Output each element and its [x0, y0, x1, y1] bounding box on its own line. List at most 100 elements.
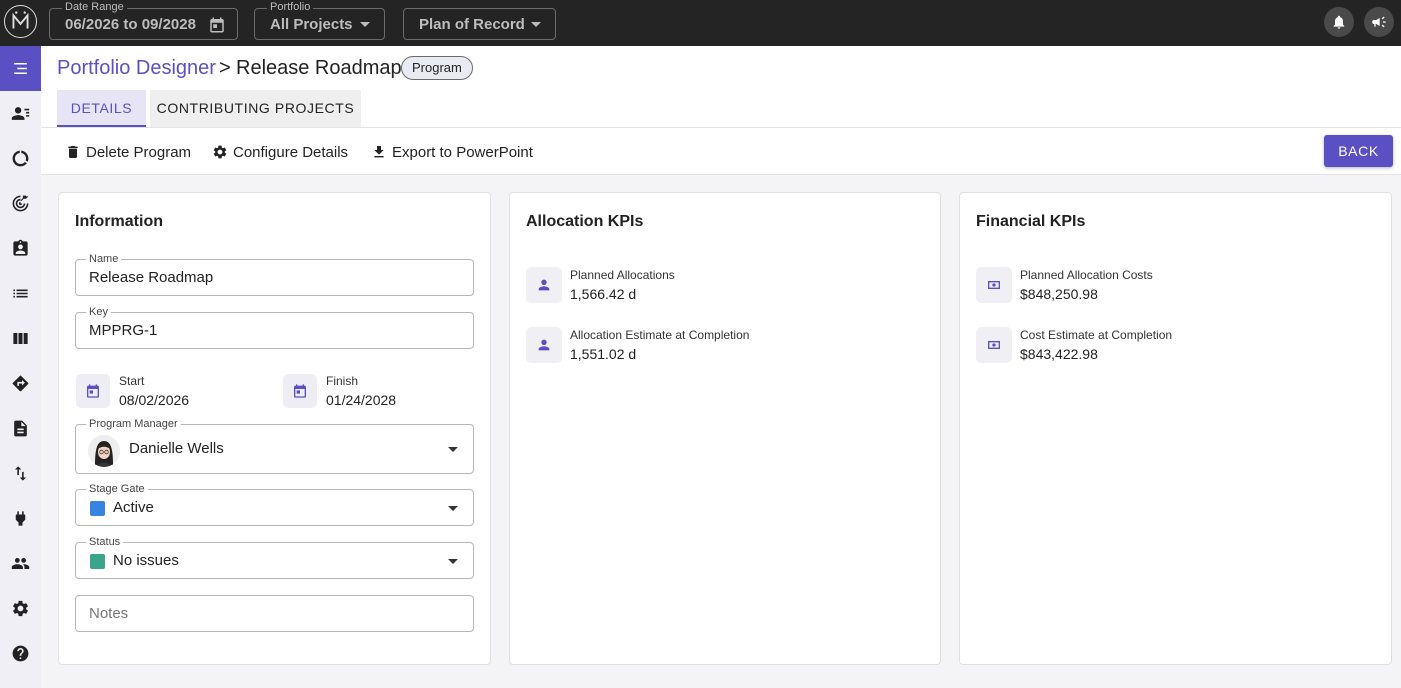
allocation-kpis-card: Allocation KPIs Planned Allocations 1,56…	[509, 192, 941, 665]
notes-placeholder: Notes	[89, 605, 129, 622]
page-header: Portfolio Designer > Release Roadmap Pro…	[41, 46, 1401, 175]
kpi-icon-box	[526, 267, 562, 303]
tab-contributing-projects[interactable]: CONTRIBUTING PROJECTS	[150, 90, 361, 127]
page-title: Release Roadmap	[236, 57, 402, 79]
kpi-icon-box	[526, 327, 562, 363]
kpi-icon-box	[976, 327, 1012, 363]
portfolio-value: All Projects	[270, 16, 353, 33]
sidebar	[0, 46, 41, 688]
name-value: Release Roadmap	[89, 269, 214, 286]
information-card: Information Name Release Roadmap Key MPP…	[58, 192, 491, 665]
calendar-icon	[87, 384, 99, 398]
gear-icon	[213, 145, 227, 159]
sidebar-item-list[interactable]	[0, 271, 41, 316]
sidebar-item-goals[interactable]	[0, 181, 41, 226]
plug-icon	[15, 511, 26, 526]
people-icon	[11, 557, 30, 570]
name-field[interactable]: Name Release Roadmap	[75, 252, 474, 296]
sidebar-item-analytics[interactable]	[0, 136, 41, 181]
allocation-kpis-title: Allocation KPIs	[526, 213, 644, 230]
person-icon	[538, 339, 550, 351]
kpi-value: 1,551.02 d	[570, 346, 637, 362]
donut-chart-icon	[12, 150, 29, 167]
announcements-button[interactable]	[1364, 7, 1394, 37]
bell-icon	[1333, 15, 1345, 29]
sidebar-item-reports[interactable]	[0, 406, 41, 451]
program-manager-select[interactable]: Program Manager Danielle Wells	[75, 417, 474, 474]
sidebar-item-help[interactable]	[0, 631, 41, 676]
export-powerpoint-label: Export to PowerPoint	[392, 143, 533, 161]
sidebar-item-resources[interactable]	[0, 91, 41, 136]
sidebar-item-board[interactable]	[0, 316, 41, 361]
money-icon	[988, 281, 1000, 289]
calendar-icon	[294, 384, 306, 398]
breadcrumb-portfolio-designer[interactable]: Portfolio Designer	[57, 57, 216, 80]
portfolio-select[interactable]: Portfolio All Projects	[254, 1, 385, 40]
swap-vertical-icon	[14, 466, 27, 481]
date-range-value: 06/2026 to 09/2028	[65, 16, 196, 33]
calendar-icon[interactable]	[208, 16, 226, 34]
directions-icon	[12, 375, 29, 392]
sidebar-item-integrations[interactable]	[0, 496, 41, 541]
start-value: 08/02/2026	[119, 392, 190, 408]
key-value: MPPRG-1	[89, 322, 158, 339]
sidebar-item-settings[interactable]	[0, 586, 41, 631]
status-value: No issues	[113, 552, 179, 569]
plan-value: Plan of Record	[419, 16, 525, 33]
app-logo-icon[interactable]	[4, 5, 37, 38]
top-bar: Date Range 06/2026 to 09/2028 Portfolio …	[0, 0, 1401, 46]
document-icon	[14, 420, 27, 437]
finish-date-button[interactable]	[283, 374, 317, 408]
export-powerpoint-button[interactable]: Export to PowerPoint	[371, 142, 533, 162]
chevron-down-icon	[360, 22, 370, 27]
name-label: Name	[86, 252, 122, 266]
gear-icon	[13, 600, 28, 617]
back-button[interactable]: BACK	[1324, 135, 1393, 167]
date-range-field[interactable]: Date Range 06/2026 to 09/2028	[49, 1, 238, 40]
finish-label: Finish	[326, 374, 359, 388]
notifications-button[interactable]	[1324, 7, 1354, 37]
tab-details[interactable]: DETAILS	[57, 90, 146, 127]
kpi-value: $848,250.98	[1020, 286, 1098, 302]
notes-field[interactable]: Notes	[75, 595, 474, 632]
download-icon	[374, 146, 384, 158]
target-icon	[12, 195, 29, 212]
key-field[interactable]: Key MPPRG-1	[75, 305, 474, 349]
avatar	[88, 435, 120, 467]
breadcrumb-separator: >	[219, 57, 231, 79]
tab-divider	[41, 127, 1401, 128]
sidebar-item-assignments[interactable]	[0, 226, 41, 271]
sidebar-item-roadmap[interactable]	[0, 361, 41, 406]
chevron-down-icon	[448, 506, 458, 511]
status-color-swatch	[90, 554, 105, 569]
start-label: Start	[119, 374, 145, 388]
stage-gate-select[interactable]: Stage Gate Active	[75, 482, 474, 526]
trash-icon	[68, 146, 78, 158]
key-label: Key	[86, 305, 111, 319]
kpi-label: Allocation Estimate at Completion	[570, 328, 750, 342]
sidebar-item-people[interactable]	[0, 541, 41, 586]
configure-details-button[interactable]: Configure Details	[212, 142, 348, 162]
status-select[interactable]: Status No issues	[75, 535, 474, 579]
menu-collapse-icon	[14, 62, 27, 75]
date-range-label: Date Range	[62, 1, 127, 14]
delete-program-button[interactable]: Delete Program	[65, 142, 191, 162]
kpi-value: $843,422.98	[1020, 346, 1098, 362]
chevron-down-icon	[448, 559, 458, 564]
program-manager-value: Danielle Wells	[129, 440, 224, 457]
start-date-button[interactable]	[76, 374, 110, 408]
information-title: Information	[75, 213, 163, 230]
type-chip: Program	[401, 56, 473, 80]
megaphone-icon	[1372, 16, 1386, 28]
portfolio-label: Portfolio	[267, 1, 314, 14]
status-label: Status	[86, 535, 124, 549]
plan-select[interactable]: Plan of Record	[403, 8, 556, 40]
columns-icon	[13, 332, 28, 345]
sidebar-item-import-export[interactable]	[0, 451, 41, 496]
program-manager-label: Program Manager	[86, 417, 181, 431]
sidebar-item-menu[interactable]	[0, 46, 41, 91]
help-icon	[12, 645, 29, 662]
kpi-label: Cost Estimate at Completion	[1020, 328, 1173, 342]
stage-gate-value: Active	[113, 499, 154, 516]
configure-details-label: Configure Details	[233, 143, 349, 161]
